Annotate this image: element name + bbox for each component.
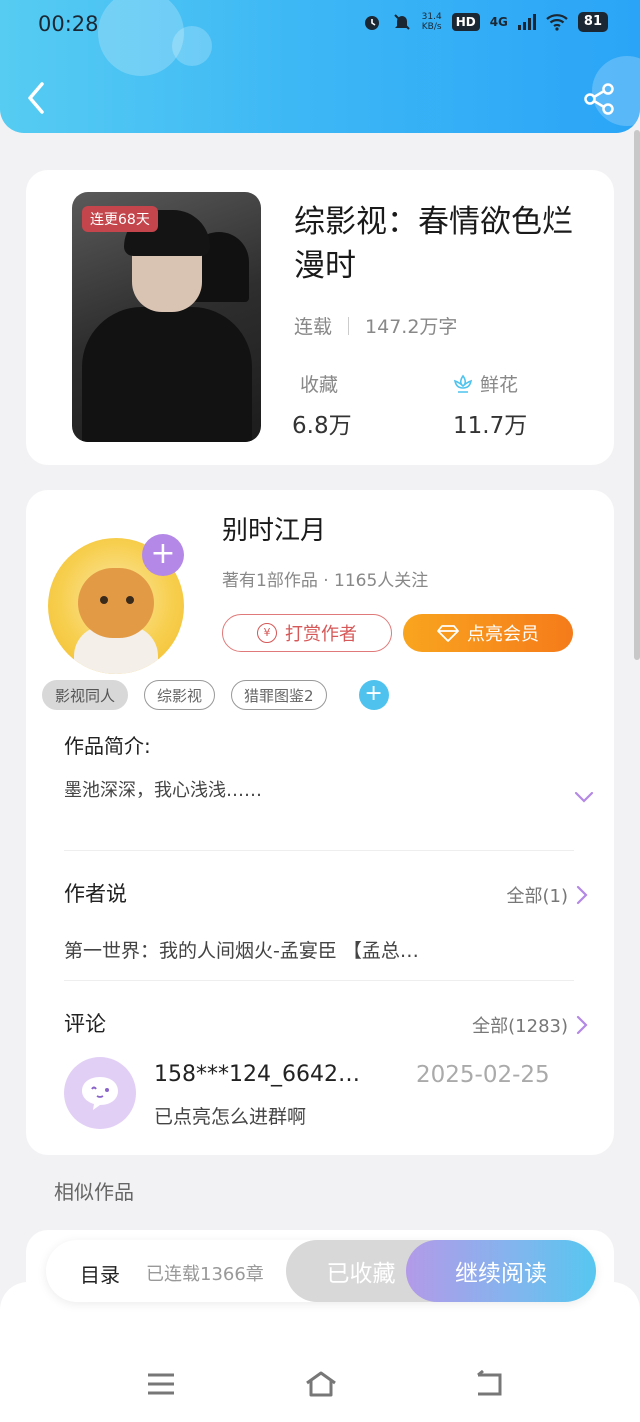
toc-button[interactable]: 目录: [80, 1259, 120, 1288]
flowers-label: 鲜花: [480, 374, 519, 396]
tag-item[interactable]: 综影视: [144, 680, 216, 710]
chat-bubble-icon: [82, 1077, 118, 1110]
flower-icon: [453, 374, 473, 393]
hd-badge: HD: [451, 13, 480, 31]
home-icon[interactable]: [304, 1370, 338, 1398]
vip-label: 点亮会员: [467, 624, 539, 645]
comment-date: 2025-02-25: [416, 1062, 550, 1088]
comments-more-label: 全部(1283): [472, 1016, 568, 1037]
vip-button[interactable]: 点亮会员: [403, 614, 573, 652]
comment-text[interactable]: 已点亮怎么进群啊: [154, 1102, 306, 1129]
share-icon[interactable]: [582, 82, 616, 116]
comments-title: 评论: [64, 1012, 106, 1036]
author-says-text[interactable]: 第一世界：我的人间烟火-孟宴臣 【孟总…: [64, 936, 419, 963]
tag-item[interactable]: 影视同人: [42, 680, 129, 710]
book-info-card: 连更68天 综影视：春情欲色烂漫时 连载 147.2万字 收藏 6.8万 鲜花 …: [26, 170, 614, 465]
commenter-avatar[interactable]: [64, 1057, 136, 1129]
tip-author-button[interactable]: ¥ 打赏作者: [222, 614, 392, 652]
intro-text: 墨池深深，我心浅浅……: [64, 780, 262, 801]
book-status: 连载: [294, 316, 333, 338]
tip-author-label: 打赏作者: [285, 624, 357, 645]
follow-author-button[interactable]: +: [142, 534, 184, 576]
diamond-icon: [437, 625, 459, 642]
alarm-icon: [364, 16, 379, 30]
avatar-cat-eye: [100, 596, 108, 604]
section-divider: [64, 850, 574, 851]
flowers-stat[interactable]: 鲜花: [452, 370, 518, 397]
status-time: 00:28: [38, 12, 99, 36]
book-cover[interactable]: 连更68天: [72, 192, 261, 442]
header-bar: 00:28 31.4 KB/s HD 4G 81: [0, 0, 640, 133]
similar-works-title: 相似作品: [54, 1180, 134, 1204]
author-detail-card: + 别时江月 著有1部作品 · 1165人关注 ¥ 打赏作者 点亮会员 影视同人…: [26, 490, 614, 1155]
comments-more-link[interactable]: 全部(1283): [472, 1012, 588, 1038]
back-icon[interactable]: [22, 80, 52, 116]
author-says-more-link[interactable]: 全部(1): [507, 882, 589, 908]
chapter-count: 已连载1366章: [146, 1264, 264, 1285]
net-speed: 31.4 KB/s: [422, 12, 442, 32]
chevron-right-icon: [576, 885, 588, 905]
meta-divider: [348, 316, 350, 335]
avatar-cat-eye: [126, 596, 134, 604]
scrollbar[interactable]: [634, 130, 640, 660]
continue-reading-button[interactable]: 继续阅读: [406, 1240, 596, 1302]
flowers-value: 11.7万: [453, 413, 528, 439]
word-count: 147.2万字: [365, 316, 458, 338]
intro-title: 作品简介:: [64, 734, 151, 758]
author-info: 著有1部作品 · 1165人关注: [222, 571, 429, 591]
book-title: 综影视：春情欲色烂漫时: [294, 204, 573, 284]
menu-icon[interactable]: [146, 1370, 176, 1398]
wifi-icon: [546, 14, 568, 31]
expand-chevron-down-icon[interactable]: [574, 790, 594, 804]
status-icons: 31.4 KB/s HD 4G 81: [362, 12, 608, 32]
cover-figure-body: [82, 307, 252, 442]
favorites-value: 6.8万: [292, 413, 352, 439]
signal-icon: [517, 14, 536, 30]
author-says-title: 作者说: [64, 882, 127, 906]
author-name: 别时江月: [222, 516, 327, 546]
reading-action-bar: 目录 已连载1366章 已收藏 继续阅读: [46, 1240, 596, 1302]
system-nav-bar: [0, 1282, 640, 1422]
tag-list: 影视同人 综影视 猎罪图鉴2 +: [42, 680, 389, 710]
back-nav-icon[interactable]: [474, 1370, 504, 1398]
battery-indicator: 81: [577, 12, 608, 32]
book-meta: 连载 147.2万字: [294, 312, 457, 339]
avatar-cat-head: [78, 568, 154, 638]
author-says-more-label: 全部(1): [506, 886, 569, 907]
section-divider: [64, 980, 574, 981]
update-streak-badge: 连更68天: [82, 206, 158, 232]
network-type: 4G: [489, 15, 508, 29]
tag-item[interactable]: 猎罪图鉴2: [231, 680, 327, 710]
mute-icon: [393, 14, 410, 30]
comment-user[interactable]: 158***124_6642…: [154, 1062, 360, 1087]
chevron-right-icon: [576, 1015, 588, 1035]
net-speed-value: 31.4: [421, 12, 442, 22]
decor-bubble: [98, 0, 184, 76]
net-speed-unit: KB/s: [421, 22, 442, 32]
yen-icon: ¥: [257, 623, 277, 643]
favorites-label: 收藏: [300, 374, 339, 396]
add-tag-button[interactable]: +: [358, 680, 389, 710]
decor-bubble: [172, 26, 212, 66]
